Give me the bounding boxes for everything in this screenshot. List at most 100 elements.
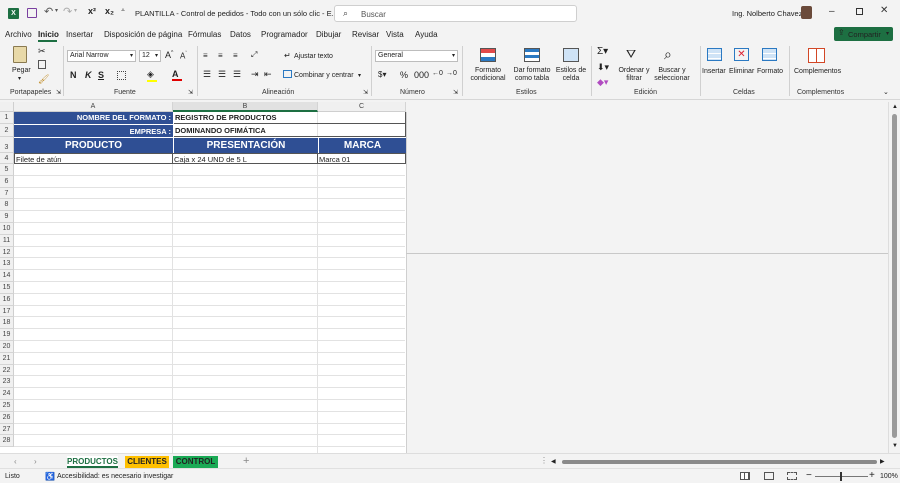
row-header[interactable]: 12 [0, 246, 14, 259]
undo-dropdown-icon[interactable]: ▾ [55, 7, 58, 14]
tab-dibujar[interactable]: Dibujar [316, 30, 341, 39]
row-header[interactable]: 22 [0, 364, 14, 377]
cut-icon[interactable]: ✂ [38, 46, 46, 57]
currency-icon[interactable]: $▾ [378, 70, 386, 79]
zoom-slider-thumb[interactable] [840, 472, 842, 481]
conditional-format-icon[interactable] [480, 48, 496, 62]
fill-color-icon[interactable]: ◈ [147, 69, 157, 82]
tab-split-handle[interactable]: ⋮ [540, 456, 548, 465]
delete-cells-button[interactable]: Eliminar [729, 68, 754, 76]
scroll-up-icon[interactable]: ▲ [892, 104, 898, 110]
row-header[interactable]: 21 [0, 352, 14, 365]
align-bottom-icon[interactable]: ≡ [233, 51, 238, 60]
header-presentacion[interactable]: PRESENTACIÓN [174, 137, 318, 153]
align-middle-icon[interactable]: ≡ [218, 51, 223, 60]
copy-icon[interactable] [38, 60, 46, 69]
addins-button[interactable]: Complementos [794, 68, 841, 76]
row-header[interactable]: 1 [0, 112, 14, 124]
borders-icon[interactable] [117, 71, 126, 80]
number-format-select[interactable]: General ▾ [375, 50, 458, 62]
tab-next-icon[interactable]: › [34, 457, 37, 466]
find-select-button[interactable]: Buscar y seleccionar [650, 67, 694, 83]
save-icon[interactable] [27, 8, 37, 18]
zoom-level[interactable]: 100% [880, 473, 898, 480]
undo-icon[interactable]: ↶ [44, 5, 53, 18]
tab-prev-icon[interactable]: ‹ [14, 457, 17, 466]
comma-icon[interactable]: 000 [414, 70, 429, 80]
tab-formulas[interactable]: Fórmulas [188, 30, 221, 39]
sort-filter-icon[interactable]: ⛛ [626, 47, 636, 62]
chevron-down-icon[interactable]: ▾ [358, 72, 361, 79]
sheet-tab-control[interactable]: CONTROL [173, 456, 218, 468]
decrease-font-icon[interactable]: Aˇ [180, 51, 187, 61]
row-header[interactable]: 27 [0, 423, 14, 436]
column-header-c[interactable]: C [318, 102, 406, 112]
row-header[interactable]: 28 [0, 435, 14, 448]
tab-insertar[interactable]: Insertar [66, 30, 93, 39]
underline-icon[interactable]: S [98, 70, 104, 80]
row-header[interactable]: 20 [0, 341, 14, 353]
font-color-icon[interactable]: A [172, 69, 182, 81]
header-marca[interactable]: MARCA [319, 137, 406, 153]
tab-revisar[interactable]: Revisar [352, 30, 379, 39]
row-header[interactable]: 3 [0, 137, 14, 153]
sheet-tab-clientes[interactable]: CLIENTES [125, 456, 169, 468]
align-left-icon[interactable]: ☰ [203, 69, 211, 80]
alignment-launcher-icon[interactable]: ⇲ [363, 89, 368, 96]
row-header[interactable]: 11 [0, 234, 14, 247]
scroll-down-icon[interactable]: ▼ [892, 443, 898, 449]
wrap-text-icon[interactable]: ↵ [284, 51, 291, 60]
sort-filter-button[interactable]: Ordenar y filtrar [614, 67, 654, 83]
row-header[interactable]: 25 [0, 400, 14, 412]
redo-dropdown-icon[interactable]: ▾ [74, 7, 77, 14]
cell-styles-icon[interactable] [563, 48, 579, 62]
add-sheet-icon[interactable]: + [243, 455, 249, 467]
italic-icon[interactable]: K [85, 70, 92, 80]
cell-a2[interactable]: EMPRESA : [14, 124, 173, 137]
format-cells-button[interactable]: Formato [757, 68, 783, 76]
redo-icon[interactable]: ↷ [63, 5, 72, 18]
collapse-ribbon-icon[interactable]: ⌄ [883, 88, 889, 96]
tab-disposicion[interactable]: Disposición de página [104, 30, 182, 39]
paste-dropdown-icon[interactable]: ▾ [18, 75, 21, 82]
cell-b2[interactable]: DOMINANDO OFIMÁTICA [174, 124, 406, 137]
addins-icon[interactable] [808, 48, 825, 63]
row-header[interactable]: 9 [0, 211, 14, 223]
align-top-icon[interactable]: ≡ [203, 51, 208, 60]
cell-c4[interactable]: Marca 01 [318, 153, 406, 164]
zoom-in-icon[interactable]: + [869, 470, 875, 481]
cell-styles-button[interactable]: Estilos de celda [553, 67, 589, 83]
row-header[interactable]: 23 [0, 376, 14, 389]
delete-cells-icon[interactable]: ✕ [734, 48, 749, 61]
outdent-icon[interactable]: ⇤ [264, 69, 272, 80]
merge-center-icon[interactable] [283, 70, 292, 78]
row-header[interactable]: 16 [0, 293, 14, 306]
tab-ayuda[interactable]: Ayuda [415, 30, 438, 39]
fill-icon[interactable]: ⬇▾ [597, 62, 609, 73]
tab-archivo[interactable]: Archivo [5, 30, 32, 39]
clear-icon[interactable]: ◆▾ [597, 77, 608, 88]
zoom-out-icon[interactable]: − [806, 470, 812, 481]
row-header[interactable]: 6 [0, 175, 14, 188]
horizontal-scrollbar-thumb[interactable] [562, 460, 877, 464]
accessibility-icon[interactable]: ♿ [45, 472, 55, 481]
cell-b1[interactable]: REGISTRO DE PRODUCTOS [174, 112, 406, 124]
subscript-icon[interactable]: x₂ [105, 6, 114, 16]
avatar[interactable] [801, 6, 812, 19]
restore-icon[interactable] [856, 8, 863, 15]
hscroll-left-icon[interactable]: ◀ [551, 458, 556, 465]
row-header[interactable]: 17 [0, 305, 14, 318]
row-header[interactable]: 15 [0, 282, 14, 294]
tab-programador[interactable]: Programador [261, 30, 308, 39]
format-painter-icon[interactable]: 🖌 [38, 74, 49, 85]
accessibility-status[interactable]: Accesibilidad: es necesario investigar [57, 473, 173, 480]
find-select-icon[interactable]: ⌕ [664, 46, 672, 63]
row-header[interactable]: 8 [0, 199, 14, 212]
font-size-select[interactable]: 12 ▾ [139, 50, 161, 62]
select-all-corner[interactable] [0, 102, 14, 112]
row-header[interactable]: 4 [0, 153, 14, 164]
worksheet[interactable]: A B C 1 2 3 4 5 6 7 8 9 10 11 12 13 14 15 16 17 18 19 20 21 2… [0, 102, 888, 453]
paste-icon[interactable] [13, 46, 27, 63]
paste-button[interactable]: Pegar [12, 67, 31, 75]
row-header[interactable]: 7 [0, 187, 14, 200]
